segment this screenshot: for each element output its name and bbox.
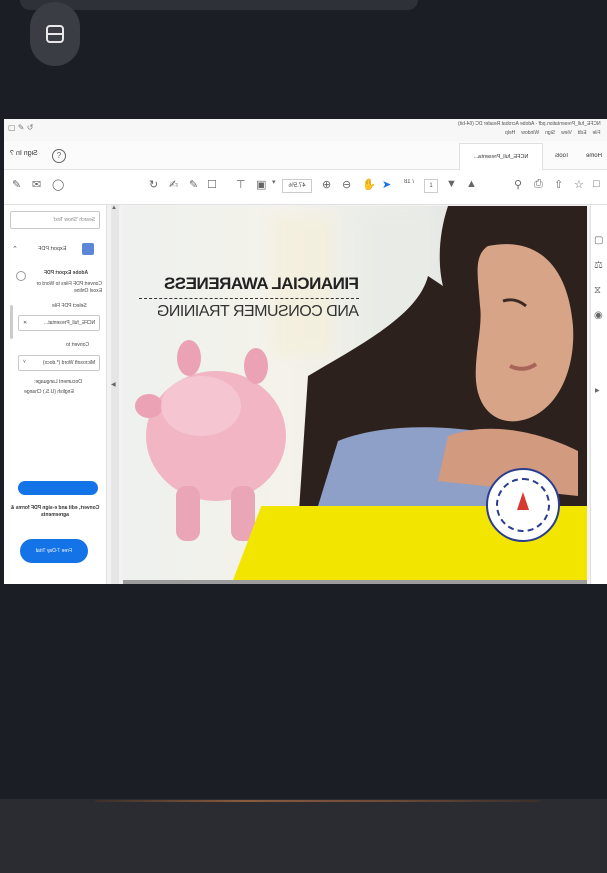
zoom-dropdown-icon[interactable]: ▾ [272,178,276,186]
fill-sign-icon[interactable]: ✎ [12,178,21,191]
free-trial-label: Free 7-Day Trial [36,548,72,554]
attachments-icon[interactable]: ⧖ [594,285,601,296]
convert-button[interactable] [18,481,98,495]
vertical-scrollbar[interactable] [111,205,119,584]
search-tools-input[interactable]: Search 'Show Text' [10,211,100,229]
product-description: Convert PDF Files to Word or Excel Onlin… [36,281,102,294]
left-navigation-rail: ▢ ⚖ ⧖ ◉ ▶ [590,205,607,584]
top-notification-bar [20,0,418,10]
fit-page-icon[interactable]: ▣ [256,178,266,191]
recorded-screen: ▢ ✎ ↺ NCFE_full_Presentation.pdf - Adobe… [4,119,607,584]
export-pdf-title: Export PDF [38,246,67,252]
save-icon[interactable]: □ [593,178,600,190]
remove-file-icon[interactable]: ✕ [23,320,27,326]
dropdown-chevron-icon: ˅ [23,359,26,365]
bookmark-star-icon[interactable]: ☆ [574,178,584,191]
help-circle-icon[interactable]: ? [52,149,66,163]
upload-icon[interactable]: ⇧ [554,178,563,191]
highlight-icon[interactable]: ✍ [169,178,178,191]
presentation-slide: FINANCIAL AWARENESS AND CONSUMER TRAININ… [123,206,587,580]
document-language-label: Document Language: [34,379,82,385]
select-cursor-icon[interactable]: ➤ [382,178,391,191]
draw-icon[interactable]: ✎ [189,178,198,191]
zoom-out-icon[interactable]: ⊖ [342,178,351,191]
zoom-in-icon[interactable]: ⊕ [322,178,331,191]
attachment-icon [16,271,26,281]
panel-scrollbar[interactable] [10,305,13,339]
tab-row: ? ? Sign In Home Tools NCFE_full_Present… [4,141,607,170]
share-icon[interactable]: ◯ [52,178,64,191]
window-toggle-icon [46,25,64,43]
menu-view[interactable]: View [562,130,573,136]
menu-file[interactable]: File [593,130,601,136]
tab-tools[interactable]: Tools [547,143,577,169]
window-titlebar: ▢ ✎ ↺ NCFE_full_Presentation.pdf - Adobe… [4,119,607,141]
selected-file-name: NCFE_full_Presentat... [43,320,95,326]
search-tools-placeholder: Search 'Show Text' [52,217,95,223]
menu-edit[interactable]: Edit [578,130,587,136]
text-select-icon[interactable]: ⊤ [236,178,246,191]
layers-icon[interactable]: ◉ [594,310,603,321]
page-total: / 18 [404,179,415,185]
page-thumbnails-icon[interactable]: ▢ [594,235,603,246]
product-name: Adobe Export PDF [44,270,89,276]
floating-menu-button[interactable] [30,2,80,66]
menu-window[interactable]: Window [522,130,540,136]
right-tools-pane: Search 'Show Text' ⌃ Export PDF Adobe Ex… [4,205,107,584]
tab-document[interactable]: NCFE_full_Presenta... [459,143,543,170]
comment-icon[interactable]: ☐ [207,178,217,191]
selected-file-field[interactable]: ✕ NCFE_full_Presentat... [18,315,100,331]
institution-seal-logo [486,468,560,542]
quick-access-icons[interactable]: ▢ ✎ ↺ [8,123,33,132]
bookmark-icon[interactable]: ⚖ [594,260,603,271]
page-number-input[interactable]: 1 [424,179,438,193]
rotate-icon[interactable]: ↻ [149,178,158,191]
document-language-value[interactable]: English (U.S.) Change [24,389,74,395]
convert-format-value: Microsoft Word (*.docx) [42,360,95,366]
page-down-icon[interactable]: ▼ [446,178,457,190]
promo-text: Convert, edit and e-sign PDF forms & agr… [10,505,100,518]
document-area: ▲ ◀ FINANCIAL AWARENESS AND CONSUMER TRA… [107,205,590,584]
bottom-navigation-bar [0,799,607,873]
print-icon[interactable]: ⎙ [534,178,543,191]
window-title: NCFE_full_Presentation.pdf - Adobe Acrob… [458,121,601,127]
free-trial-button[interactable]: Free 7-Day Trial [20,539,88,563]
horizontal-scrollbar[interactable] [123,580,587,584]
page-up-icon[interactable]: ▲ [466,178,477,190]
hand-tool-icon[interactable]: ✋ [362,178,376,191]
rail-expand-arrow-icon[interactable]: ▶ [595,387,600,394]
convert-to-label: Convert to [66,342,90,348]
menu-bar: File Edit View Sign Window Help [505,130,601,136]
zoom-level[interactable]: 47.5% [282,179,312,193]
scroll-up-arrow-icon[interactable]: ▲ [111,205,119,213]
video-progress-strip [95,800,540,802]
panel-collapse-arrow-icon[interactable]: ◀ [111,381,116,388]
collapse-chevron-icon[interactable]: ⌃ [12,245,18,253]
menu-sign[interactable]: Sign [546,130,556,136]
mail-icon[interactable]: ✉ [32,178,41,191]
menu-help[interactable]: Help [505,130,515,136]
convert-format-select[interactable]: ˅ Microsoft Word (*.docx) [18,355,100,371]
sign-in-link[interactable]: Sign In [16,150,38,157]
help-icon[interactable]: ? [10,150,14,157]
select-file-label: Select PDF File [52,303,87,309]
main-toolbar: ✎ ✉ ◯ ↻ ✍ ✎ ☐ ⊤ ▣ ▾ 47.5% ⊕ ⊖ ✋ ➤ / 18 1… [4,170,607,205]
search-icon[interactable]: ⚲ [514,178,522,191]
tab-home[interactable]: Home [581,143,607,169]
export-pdf-icon [82,243,94,255]
